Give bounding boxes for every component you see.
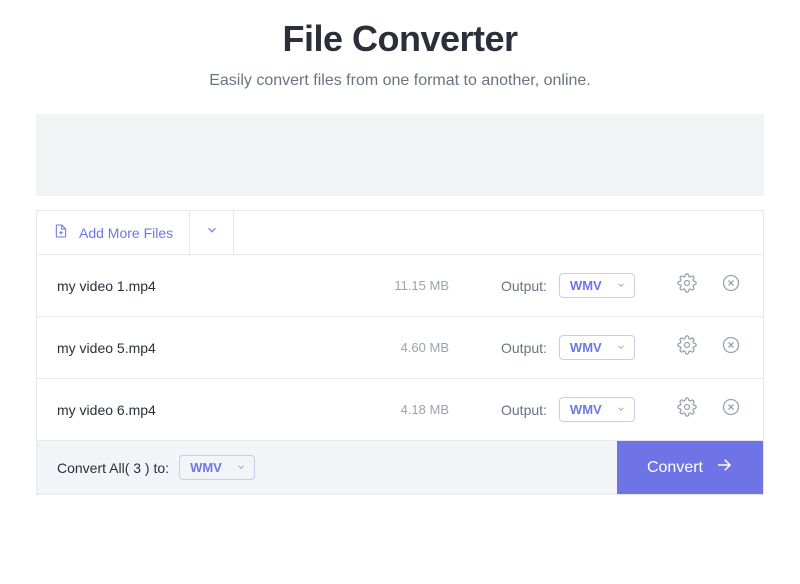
arrow-right-icon xyxy=(715,456,733,479)
format-value: WMV xyxy=(570,402,602,417)
settings-button[interactable] xyxy=(675,336,699,360)
toolbar: Add More Files xyxy=(37,210,763,254)
output-format-select[interactable]: WMV xyxy=(559,335,635,360)
output-label: Output: xyxy=(501,402,547,418)
convert-all-format-select[interactable]: WMV xyxy=(179,455,255,480)
format-value: WMV xyxy=(570,340,602,355)
gear-icon xyxy=(677,335,697,360)
remove-file-button[interactable] xyxy=(719,274,743,298)
convert-all-label: Convert All( 3 ) to: xyxy=(57,460,169,476)
file-size: 11.15 MB xyxy=(369,278,449,293)
settings-button[interactable] xyxy=(675,274,699,298)
file-row: my video 6.mp4 4.18 MB Output: WMV xyxy=(37,378,763,440)
chevron-down-icon xyxy=(616,340,626,355)
chevron-down-icon xyxy=(205,223,219,242)
file-size: 4.60 MB xyxy=(369,340,449,355)
file-plus-icon xyxy=(53,223,69,242)
close-circle-icon xyxy=(721,397,741,422)
chevron-down-icon xyxy=(616,402,626,417)
output-format-select[interactable]: WMV xyxy=(559,273,635,298)
gear-icon xyxy=(677,397,697,422)
add-more-files-button[interactable]: Add More Files xyxy=(37,211,190,254)
converter-panel: Add More Files my video 1.mp4 11.15 MB O… xyxy=(36,210,764,495)
output-label: Output: xyxy=(501,340,547,356)
footer-bar: Convert All( 3 ) to: WMV Convert xyxy=(37,440,763,494)
close-circle-icon xyxy=(721,335,741,360)
add-files-dropdown-toggle[interactable] xyxy=(190,211,234,254)
add-more-files-label: Add More Files xyxy=(79,225,173,241)
ad-placeholder xyxy=(36,114,764,196)
page-subtitle: Easily convert files from one format to … xyxy=(0,72,800,90)
page-title: File Converter xyxy=(0,18,800,60)
file-name: my video 6.mp4 xyxy=(57,402,357,418)
format-value: WMV xyxy=(190,460,222,475)
remove-file-button[interactable] xyxy=(719,398,743,422)
file-name: my video 1.mp4 xyxy=(57,278,357,294)
convert-button[interactable]: Convert xyxy=(617,441,763,494)
output-label: Output: xyxy=(501,278,547,294)
close-circle-icon xyxy=(721,273,741,298)
gear-icon xyxy=(677,273,697,298)
output-format-select[interactable]: WMV xyxy=(559,397,635,422)
file-row: my video 1.mp4 11.15 MB Output: WMV xyxy=(37,254,763,316)
chevron-down-icon xyxy=(616,278,626,293)
settings-button[interactable] xyxy=(675,398,699,422)
file-size: 4.18 MB xyxy=(369,402,449,417)
remove-file-button[interactable] xyxy=(719,336,743,360)
format-value: WMV xyxy=(570,278,602,293)
convert-button-label: Convert xyxy=(647,459,703,477)
chevron-down-icon xyxy=(236,460,246,475)
file-name: my video 5.mp4 xyxy=(57,340,357,356)
file-row: my video 5.mp4 4.60 MB Output: WMV xyxy=(37,316,763,378)
